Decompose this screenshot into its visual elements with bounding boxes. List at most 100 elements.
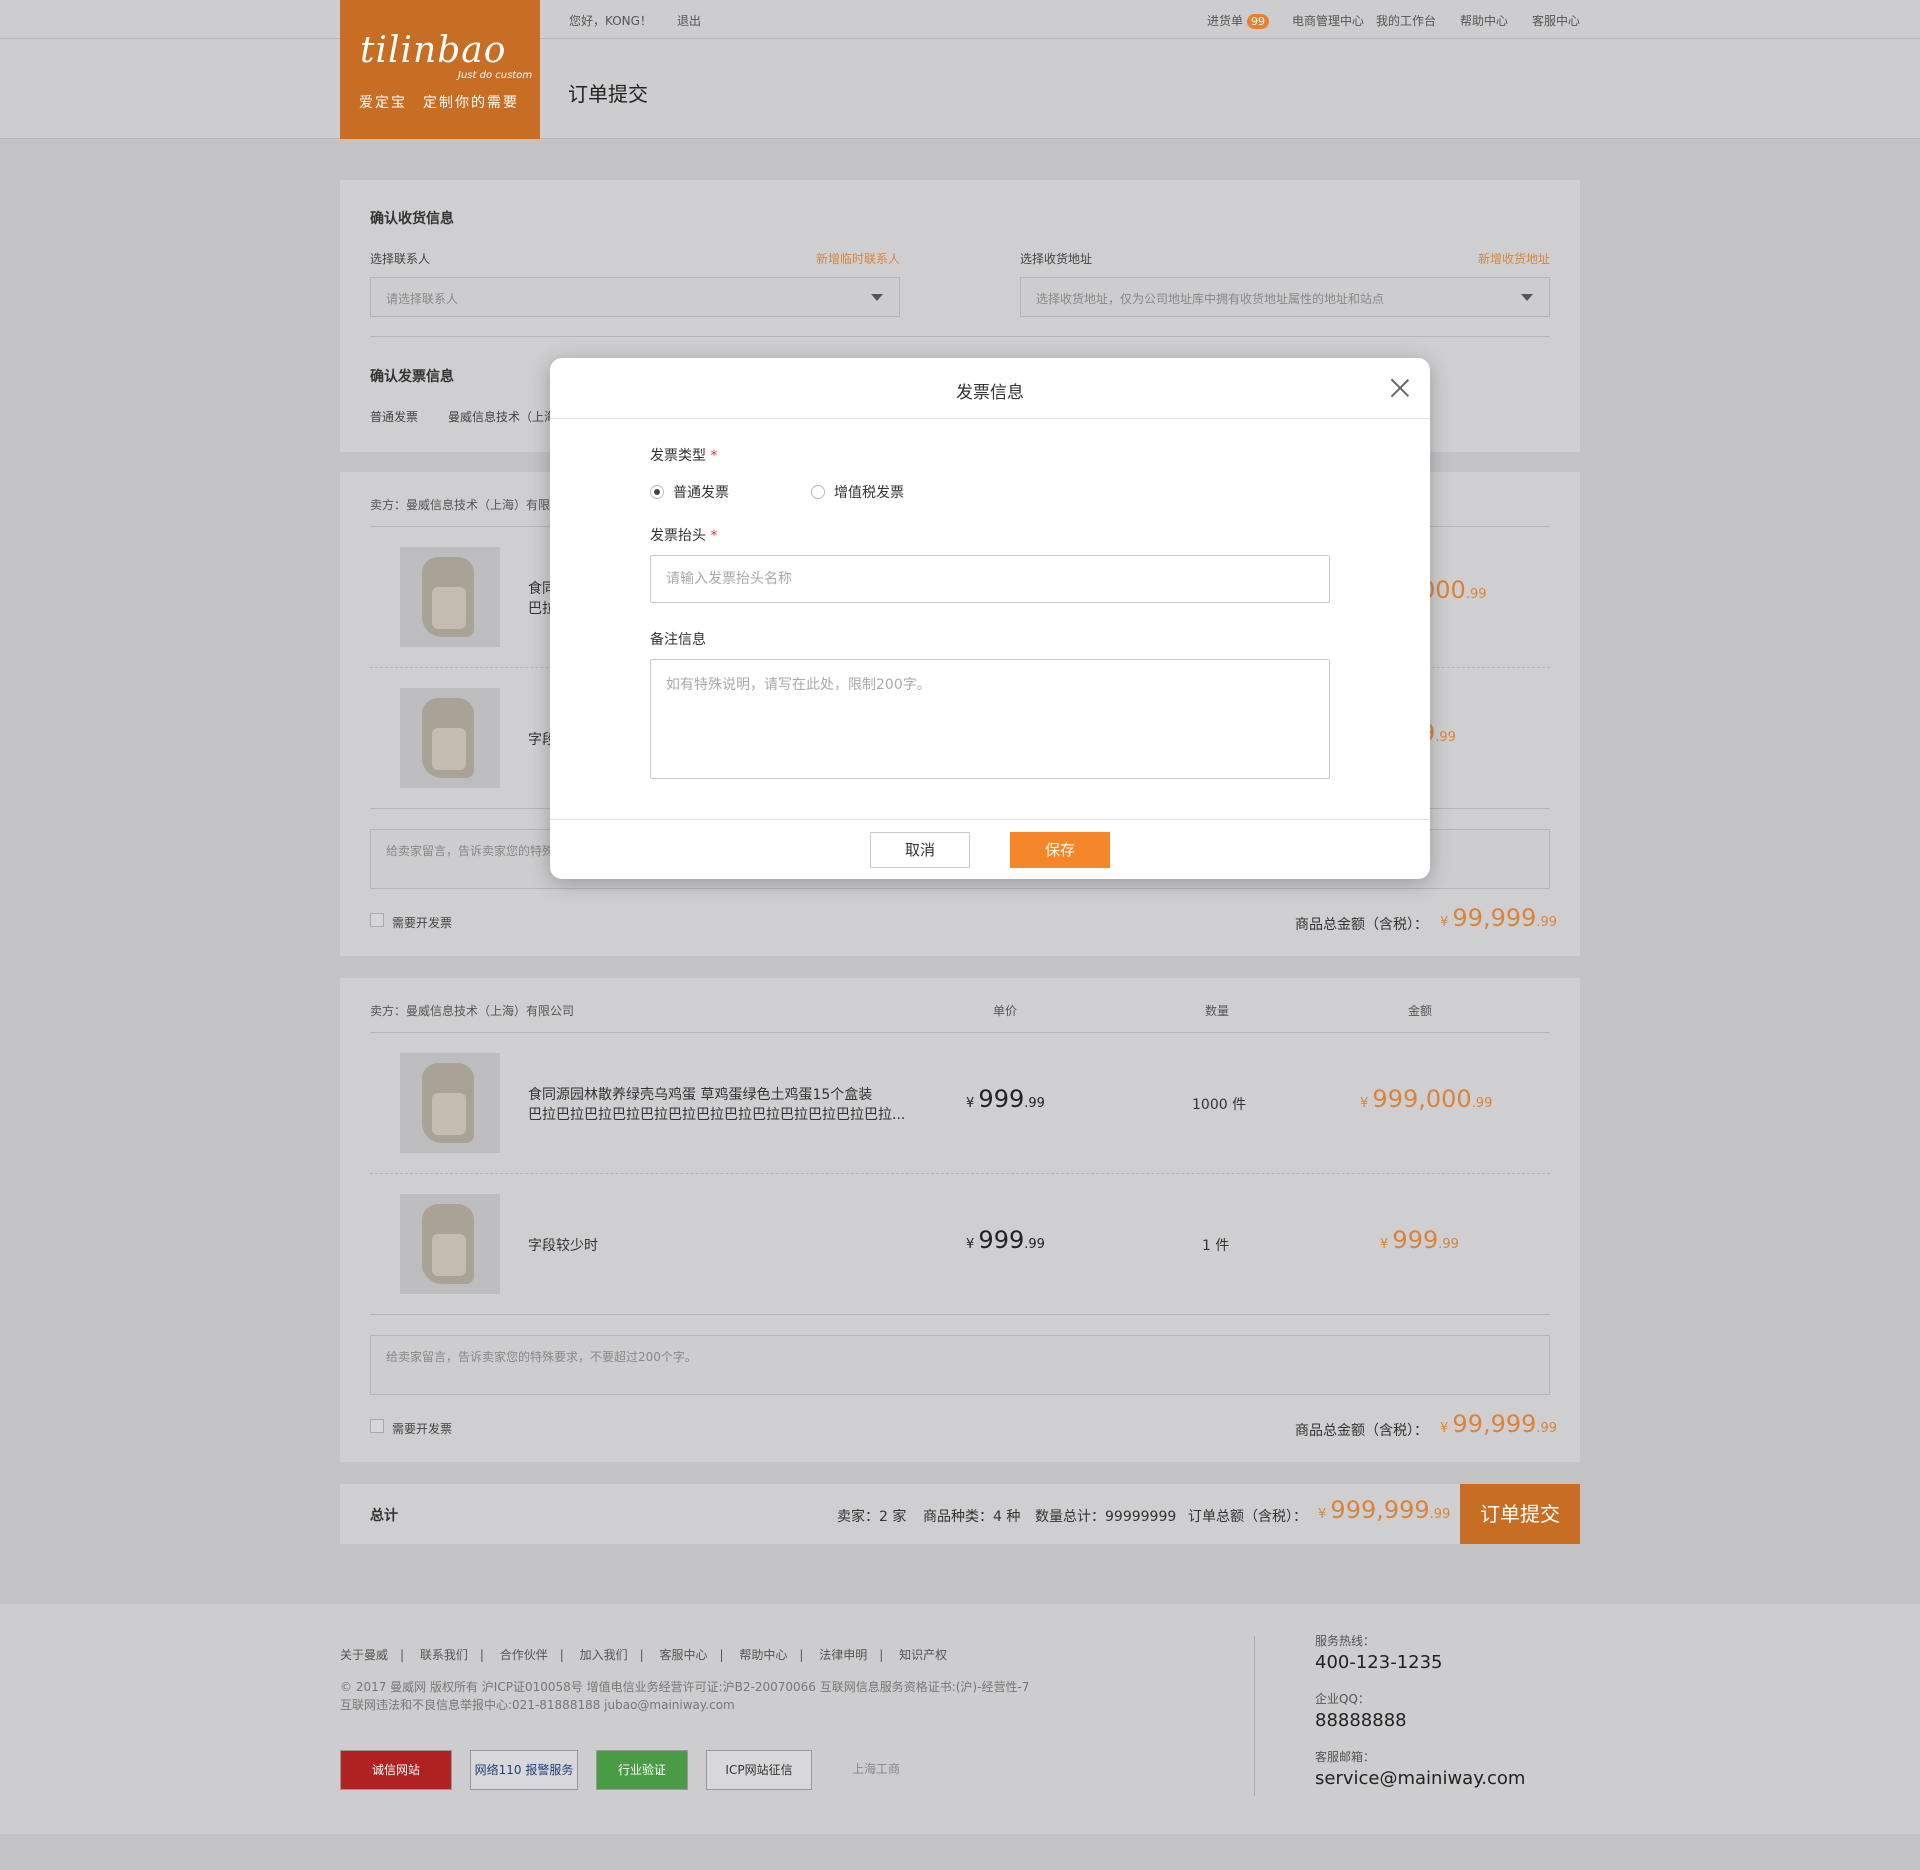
footer-link-contact[interactable]: 联系我们 xyxy=(420,1648,468,1662)
cancel-button[interactable]: 取消 xyxy=(870,832,970,868)
submit-order-button[interactable]: 订单提交 xyxy=(1460,1484,1580,1544)
service-link[interactable]: 客服中心 xyxy=(1532,12,1580,29)
total-int: 99,999 xyxy=(1452,904,1537,932)
product-amount: ¥ 999.99 xyxy=(1380,1226,1459,1254)
product-thumbnail[interactable] xyxy=(400,547,500,647)
product-name-line2: 巴拉巴拉巴拉巴拉巴拉巴拉巴拉巴拉巴拉巴拉巴拉巴拉巴拉... xyxy=(528,1107,906,1123)
total-int: 99,999 xyxy=(1452,1410,1537,1438)
chevron-down-icon xyxy=(871,294,883,301)
footer-link-service[interactable]: 客服中心 xyxy=(660,1648,708,1662)
footer-link-about[interactable]: 关于曼威 xyxy=(340,1648,388,1662)
contact-select[interactable]: 请选择联系人 xyxy=(370,277,900,317)
required-mark: * xyxy=(710,528,718,544)
currency: ¥ xyxy=(1380,1237,1389,1252)
remark-label: 备注信息 xyxy=(650,632,706,648)
qq-value: 88888888 xyxy=(1315,1710,1407,1731)
currency: ¥ xyxy=(966,1237,975,1252)
need-invoice-checkbox[interactable] xyxy=(370,1419,384,1433)
price-dec: .99 xyxy=(1024,1096,1045,1111)
invoice-type: 普通发票 xyxy=(370,410,419,424)
divider xyxy=(370,336,1550,337)
summary-total-label: 订单总额（含税）： xyxy=(1188,1509,1307,1525)
workbench-link[interactable]: 我的工作台 xyxy=(1376,12,1436,29)
total-int: 999,999 xyxy=(1330,1496,1430,1524)
logo[interactable]: tilinbao Just do custom 爱定宝 定制你的需要 xyxy=(340,0,540,139)
product-thumbnail[interactable] xyxy=(400,688,500,788)
seller-note-input[interactable]: 给卖家留言，告诉卖家您的特殊要求，不要超过200个字。 xyxy=(370,1335,1550,1395)
summary-bar: 总计 卖家：2 家 商品种类：4 种 数量总计：99999999 订单总额（含税… xyxy=(340,1484,1580,1544)
footer-link-ip[interactable]: 知识产权 xyxy=(899,1648,947,1662)
product-name[interactable]: 食同源园林散养绿壳乌鸡蛋 草鸡蛋绿色土鸡蛋15个盒装 xyxy=(528,1084,872,1104)
badge-shanghai-aic[interactable]: 上海工商 xyxy=(830,1750,922,1790)
help-link[interactable]: 帮助中心 xyxy=(1460,12,1508,29)
total-dec: .99 xyxy=(1536,1421,1558,1436)
invoice-header-input[interactable]: 请输入发票抬头名称 xyxy=(650,555,1330,603)
invoice-header-placeholder: 请输入发票抬头名称 xyxy=(666,571,792,587)
price-int: 999 xyxy=(978,1085,1025,1113)
invoice-title: 确认发票信息 xyxy=(370,369,454,385)
need-invoice-checkbox[interactable] xyxy=(370,913,384,927)
add-contact-link[interactable]: 新增临时联系人 xyxy=(816,250,900,267)
address-select-value: 选择收货地址，仅为公司地址库中拥有收货地址属性的地址和站点 xyxy=(1036,292,1385,306)
radio-vat-invoice[interactable] xyxy=(811,485,825,499)
modal-footer-divider xyxy=(550,819,1430,820)
footer-links: 关于曼威 | 联系我们 | 合作伙伴 | 加入我们 | 客服中心 | 帮助中心 … xyxy=(340,1648,948,1662)
quantity: 1 件 xyxy=(1202,1238,1230,1254)
total-label: 商品总金额（含税）： xyxy=(1295,917,1428,933)
quantity: 1000 件 xyxy=(1192,1097,1247,1113)
unit-price: ¥ 999.99 xyxy=(966,1226,1045,1254)
radio-normal-invoice-label[interactable]: 普通发票 xyxy=(673,482,729,502)
currency: ¥ xyxy=(1440,915,1449,930)
orders-link[interactable]: 进货单 99 xyxy=(1207,12,1270,29)
divider xyxy=(370,1314,1550,1315)
logout-link[interactable]: 退出 xyxy=(677,12,701,29)
footer-link-legal[interactable]: 法律申明 xyxy=(819,1648,867,1662)
need-invoice-label: 需要开发票 xyxy=(392,916,453,930)
row-divider xyxy=(370,1173,1550,1174)
amount-dec: .99 xyxy=(1471,1096,1493,1111)
product-thumbnail[interactable] xyxy=(400,1053,500,1153)
amount-int: 999,000 xyxy=(1372,1085,1472,1113)
remark-textarea[interactable]: 如有特殊说明，请写在此处，限制200字。 xyxy=(650,659,1330,779)
brand-sub: Just do custom xyxy=(458,70,533,81)
close-icon[interactable] xyxy=(1390,378,1410,398)
currency: ¥ xyxy=(1360,1096,1369,1111)
top-header xyxy=(0,0,1920,139)
product-amount: ¥ 999,000.99 xyxy=(1360,1085,1492,1113)
col-qty: 数量 xyxy=(1205,1004,1230,1018)
currency: ¥ xyxy=(966,1096,975,1111)
badge-icp-credit[interactable]: ICP网站征信 xyxy=(706,1750,812,1790)
footer-link-partners[interactable]: 合作伙伴 xyxy=(500,1648,548,1662)
amount-int: 999 xyxy=(1392,1226,1439,1254)
footer-link-help[interactable]: 帮助中心 xyxy=(739,1648,787,1662)
unit-price: ¥ 999.99 xyxy=(966,1085,1045,1113)
summary-total: ¥ 999,999.99 xyxy=(1318,1496,1450,1524)
save-button[interactable]: 保存 xyxy=(1010,832,1110,868)
address-select[interactable]: 选择收货地址，仅为公司地址库中拥有收货地址属性的地址和站点 xyxy=(1020,277,1550,317)
invoice-company: 曼威信息技术（上海 xyxy=(448,410,557,424)
add-address-link[interactable]: 新增收货地址 xyxy=(1478,250,1550,267)
footer-link-join[interactable]: 加入我们 xyxy=(580,1648,628,1662)
seller-total: ¥ 99,999.99 xyxy=(1440,904,1557,932)
product-thumbnail[interactable] xyxy=(400,1194,500,1294)
address-label: 选择收货地址 xyxy=(1020,252,1093,266)
qq-label: 企业QQ： xyxy=(1315,1692,1370,1706)
brand-slogan: 爱定宝 定制你的需要 xyxy=(359,95,519,111)
contact-label: 选择联系人 xyxy=(370,252,431,266)
total-label: 商品总金额（含税）： xyxy=(1295,1423,1428,1439)
chevron-down-icon xyxy=(1521,294,1533,301)
ecommerce-link[interactable]: 电商管理中心 xyxy=(1292,12,1364,29)
summary-qty: 数量总计：99999999 xyxy=(1035,1509,1177,1525)
badge-trust-site[interactable]: 诚信网站 xyxy=(340,1750,452,1790)
amount-dec: .99 xyxy=(1465,587,1487,602)
product-name[interactable]: 字段较少时 xyxy=(528,1235,598,1255)
orders-label: 进货单 xyxy=(1207,14,1244,28)
seller-panel-2: 卖方：曼威信息技术（上海）有限公司 单价 数量 金额 食同源园林散养绿壳乌鸡蛋 … xyxy=(340,978,1580,1462)
badge-industry-verify[interactable]: 行业验证 xyxy=(596,1750,688,1790)
email-value[interactable]: service@mainiway.com xyxy=(1315,1768,1525,1789)
radio-normal-invoice[interactable] xyxy=(650,485,664,499)
radio-vat-invoice-label[interactable]: 增值税发票 xyxy=(834,482,904,502)
col-price: 单价 xyxy=(993,1004,1018,1018)
remark-placeholder: 如有特殊说明，请写在此处，限制200字。 xyxy=(666,677,931,693)
badge-police-110[interactable]: 网络110 报警服务 xyxy=(470,1750,578,1790)
